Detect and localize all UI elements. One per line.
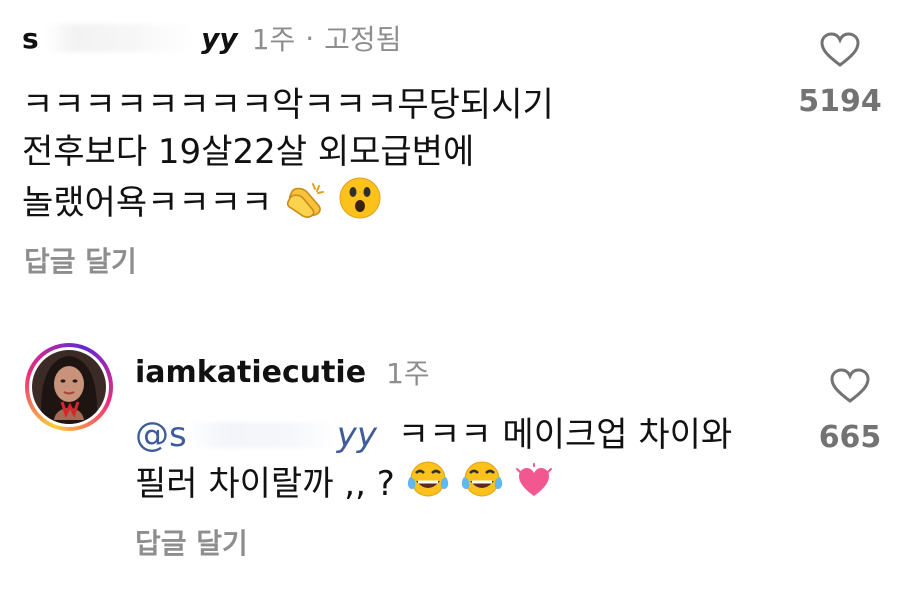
sparkling-heart-emoji [515, 463, 553, 514]
like-heart-icon[interactable] [830, 368, 870, 408]
astonished-face-emoji [338, 176, 382, 233]
like-count: 5194 [798, 84, 882, 119]
comment-author-username[interactable]: s [22, 22, 39, 55]
mention-link[interactable]: @s yy [135, 415, 377, 455]
tears-of-joy-emoji [406, 459, 450, 514]
reply-body: @s yy ㅋㅋㅋ 메이크업 차이와 필러 차이랄까 ,, ? [135, 412, 732, 514]
redacted-username-blur [45, 24, 196, 52]
reply-button[interactable]: 답글 달기 [135, 522, 248, 562]
reply-line: @s yy ㅋㅋㅋ 메이크업 차이와 [135, 415, 733, 455]
comment-line: ㅋㅋㅋㅋㅋㅋㅋㅋ악ㅋㅋㅋ무당되시기 [22, 85, 554, 125]
pinned-label: 고정됨 [324, 23, 402, 56]
meta-separator: · [305, 21, 315, 55]
comment-meta-row: s yy 1주 · 고정됨 [22, 18, 401, 58]
comment-body: ㅋㅋㅋㅋㅋㅋㅋㅋ악ㅋㅋㅋ무당되시기 전후보다 19살22살 외모급변에 놀랬어욕… [22, 82, 554, 233]
like-heart-icon[interactable] [820, 32, 860, 72]
clapping-hands-emoji [283, 180, 327, 233]
avatar [32, 350, 106, 424]
comment-line: 전후보다 19살22살 외모급변에 [22, 132, 475, 172]
reply-meta-row: iamkatiecutie 1주 [135, 352, 430, 392]
comment-timestamp: 1주 [251, 23, 296, 56]
avatar-story-ring[interactable] [25, 343, 113, 431]
redacted-mention-blur [186, 422, 337, 448]
reply-line: 필러 차이랄까 ,, ? [135, 459, 732, 514]
comment-author-username-end[interactable]: yy [201, 22, 238, 55]
like-count: 665 [818, 420, 882, 455]
reply-author-username[interactable]: iamkatiecutie [135, 355, 366, 390]
comment-line: 놀랬어욕ㅋㅋㅋㅋ [22, 176, 554, 233]
tears-of-joy-emoji [460, 459, 504, 514]
reply-timestamp: 1주 [386, 357, 430, 390]
reply-button[interactable]: 답글 달기 [24, 240, 137, 280]
